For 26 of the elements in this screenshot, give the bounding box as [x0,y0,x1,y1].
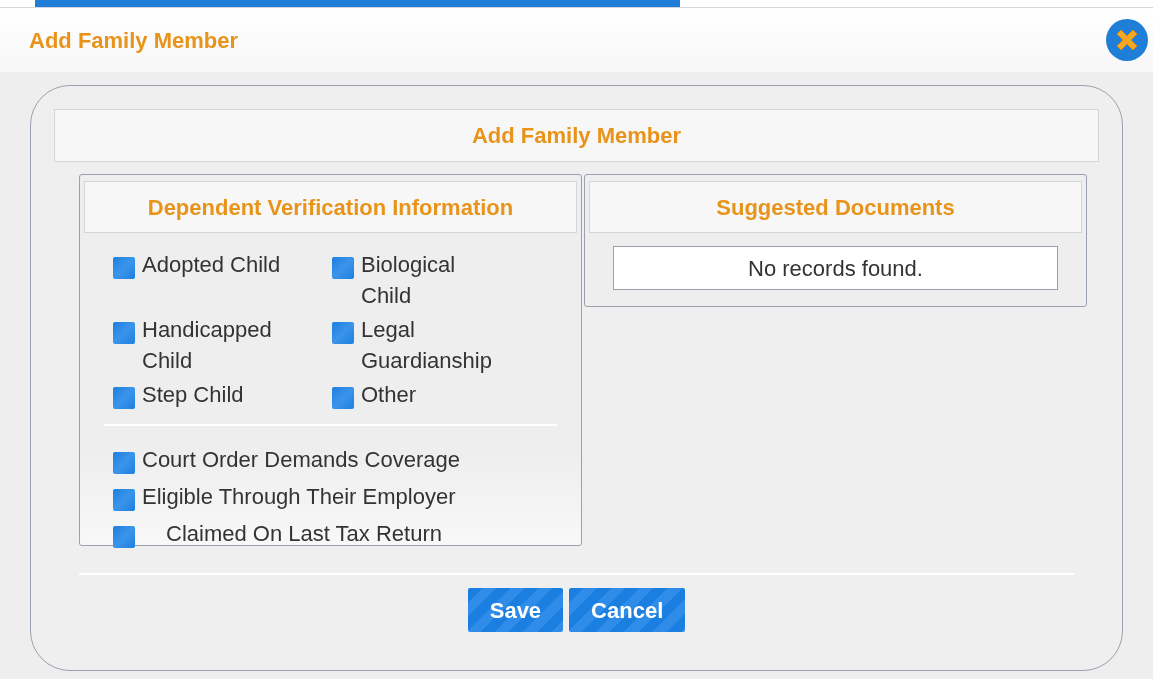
checkbox-label: Handicapped Child [142,316,273,375]
checkbox[interactable] [332,257,354,279]
checkbox[interactable] [332,387,354,409]
save-button[interactable]: Save [467,588,564,632]
section-title: Dependent Verification Information [84,181,577,233]
checkbox-label: Other [361,381,417,409]
cancel-button[interactable]: Cancel [569,588,686,632]
checkbox[interactable] [113,387,135,409]
checkbox[interactable] [113,257,135,279]
checkbox[interactable] [332,322,354,344]
checkbox-label: Court Order Demands Coverage [142,446,460,474]
dialog-title: Add Family Member [29,26,239,55]
checkbox-label: Claimed On Last Tax Return [165,520,442,548]
checkbox-label: Legal Guardianship [361,316,493,375]
checkbox[interactable] [113,489,135,511]
checkbox-label: Step Child [142,381,244,409]
checkbox-label: Adopted Child [142,251,281,279]
close-icon[interactable] [1105,18,1149,62]
checkbox[interactable] [113,452,135,474]
form-title: Add Family Member [54,109,1099,162]
checkbox[interactable] [113,526,135,548]
empty-message: No records found. [613,246,1058,290]
checkbox-label: Eligible Through Their Employer [142,483,456,511]
checkbox-label: Biological Child [361,251,457,310]
checkbox[interactable] [113,322,135,344]
section-title: Suggested Documents [589,181,1082,233]
